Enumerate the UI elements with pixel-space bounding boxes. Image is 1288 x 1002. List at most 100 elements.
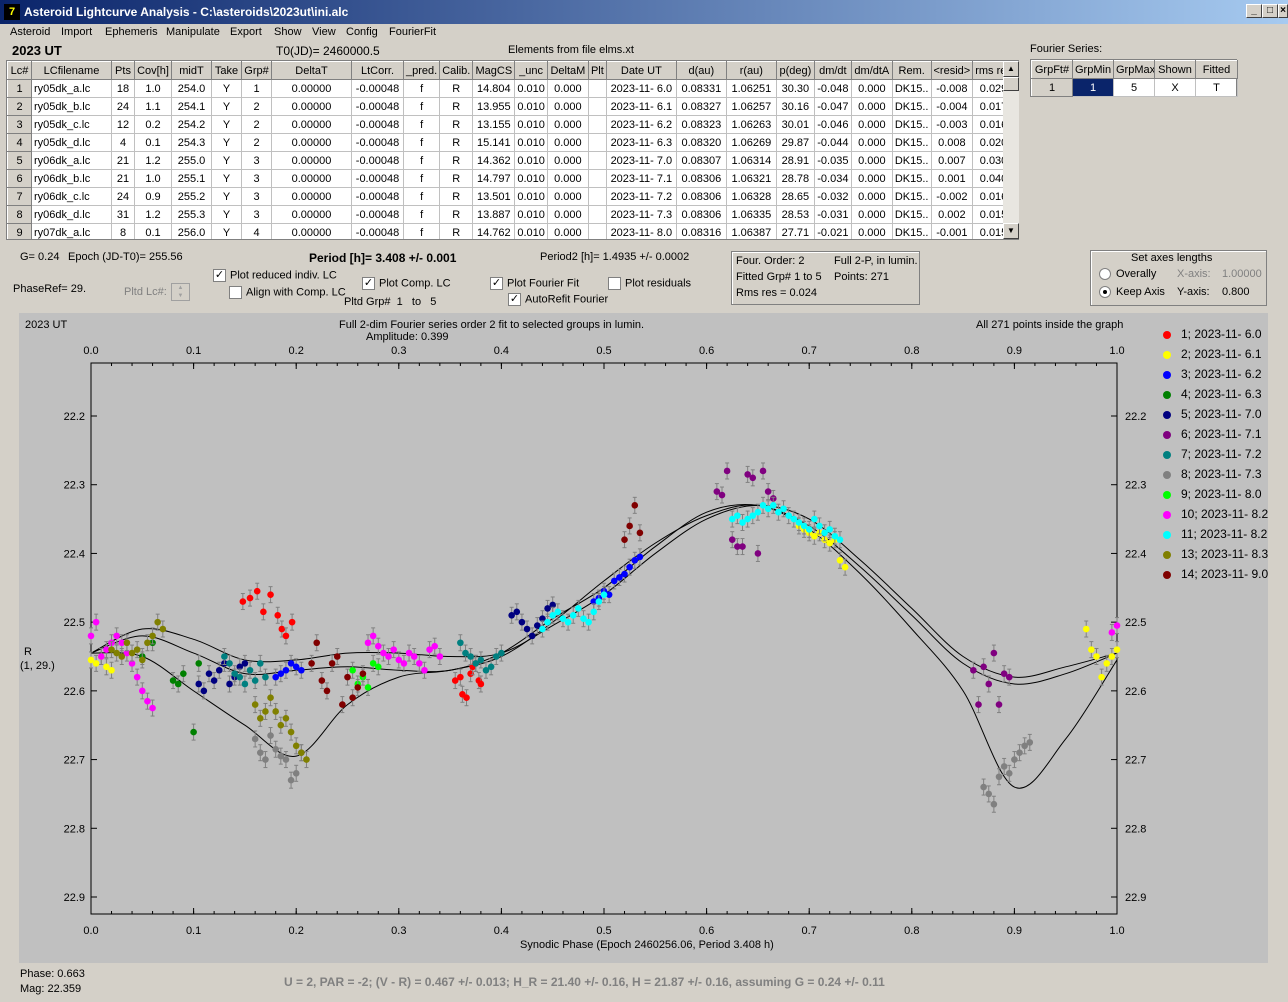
- data-point[interactable]: [154, 618, 161, 626]
- data-point[interactable]: [349, 666, 356, 674]
- data-point[interactable]: [734, 512, 741, 519]
- data-point[interactable]: [457, 673, 464, 681]
- data-point[interactable]: [754, 550, 762, 557]
- data-point[interactable]: [990, 649, 998, 657]
- lightcurve-plot[interactable]: 0.0 0.0 0.1 0.1 0.2 0.2 0.3 0.3 0.4 0.4 0.5 0.5 0.6 0…: [0, 0, 1288, 1002]
- data-point[interactable]: [569, 611, 577, 619]
- data-point[interactable]: [759, 467, 767, 475]
- data-point[interactable]: [328, 660, 336, 667]
- data-point[interactable]: [87, 632, 95, 640]
- data-point[interactable]: [621, 570, 628, 578]
- data-point[interactable]: [190, 728, 197, 736]
- data-point[interactable]: [436, 653, 444, 660]
- data-point[interactable]: [995, 701, 1003, 708]
- data-point[interactable]: [636, 529, 644, 537]
- data-point[interactable]: [995, 773, 1003, 781]
- data-point[interactable]: [272, 708, 279, 715]
- data-point[interactable]: [1000, 763, 1008, 770]
- data-point[interactable]: [990, 800, 998, 808]
- data-point[interactable]: [180, 670, 187, 677]
- data-point[interactable]: [246, 666, 254, 674]
- data-point[interactable]: [144, 639, 151, 647]
- data-point[interactable]: [626, 563, 633, 571]
- data-point[interactable]: [288, 618, 296, 626]
- data-point[interactable]: [323, 687, 331, 695]
- data-point[interactable]: [467, 653, 474, 660]
- data-point[interactable]: [133, 673, 141, 681]
- data-point[interactable]: [256, 660, 264, 667]
- data-point[interactable]: [374, 663, 382, 671]
- data-point[interactable]: [595, 598, 603, 605]
- data-point[interactable]: [139, 687, 146, 695]
- data-point[interactable]: [282, 756, 290, 763]
- data-point[interactable]: [416, 660, 423, 667]
- data-point[interactable]: [1113, 646, 1121, 653]
- data-point[interactable]: [836, 557, 844, 564]
- data-point[interactable]: [113, 632, 120, 640]
- data-point[interactable]: [277, 721, 285, 729]
- data-point[interactable]: [92, 660, 100, 667]
- data-point[interactable]: [364, 684, 372, 691]
- data-point[interactable]: [298, 666, 305, 674]
- data-point[interactable]: [262, 708, 269, 715]
- data-point[interactable]: [267, 591, 274, 598]
- data-point[interactable]: [241, 660, 249, 667]
- data-point[interactable]: [457, 639, 464, 647]
- data-point[interactable]: [749, 474, 757, 482]
- data-point[interactable]: [1016, 749, 1023, 756]
- data-point[interactable]: [369, 632, 377, 640]
- data-point[interactable]: [256, 749, 264, 756]
- data-point[interactable]: [636, 553, 644, 561]
- data-point[interactable]: [723, 467, 731, 475]
- data-point[interactable]: [239, 598, 247, 605]
- data-point[interactable]: [149, 704, 156, 712]
- data-point[interactable]: [539, 625, 546, 633]
- data-point[interactable]: [600, 591, 608, 598]
- data-point[interactable]: [431, 642, 439, 650]
- data-point[interactable]: [811, 515, 818, 523]
- data-point[interactable]: [836, 536, 844, 543]
- data-point[interactable]: [313, 639, 321, 647]
- data-point[interactable]: [374, 642, 382, 650]
- data-point[interactable]: [241, 680, 249, 688]
- data-point[interactable]: [980, 663, 987, 671]
- data-point[interactable]: [298, 749, 305, 756]
- data-point[interactable]: [985, 790, 993, 798]
- data-point[interactable]: [728, 536, 736, 543]
- data-point[interactable]: [1113, 622, 1121, 629]
- data-point[interactable]: [1011, 756, 1018, 763]
- data-point[interactable]: [200, 687, 208, 695]
- data-point[interactable]: [975, 701, 982, 708]
- data-point[interactable]: [487, 663, 495, 671]
- data-point[interactable]: [292, 742, 300, 750]
- data-point[interactable]: [149, 632, 156, 640]
- data-point[interactable]: [339, 701, 346, 708]
- data-point[interactable]: [359, 670, 367, 677]
- data-point[interactable]: [287, 776, 295, 784]
- data-point[interactable]: [133, 646, 141, 653]
- data-point[interactable]: [333, 653, 341, 660]
- data-point[interactable]: [421, 666, 428, 674]
- data-point[interactable]: [144, 697, 151, 705]
- data-point[interactable]: [267, 694, 274, 702]
- data-point[interactable]: [308, 660, 315, 667]
- data-point[interactable]: [139, 656, 146, 664]
- data-point[interactable]: [780, 505, 787, 513]
- data-point[interactable]: [303, 756, 310, 763]
- data-point[interactable]: [410, 653, 418, 660]
- data-point[interactable]: [108, 666, 115, 674]
- data-point[interactable]: [272, 745, 279, 753]
- data-point[interactable]: [754, 508, 762, 516]
- data-point[interactable]: [841, 563, 849, 571]
- data-point[interactable]: [210, 677, 218, 684]
- data-point[interactable]: [564, 618, 572, 626]
- data-point[interactable]: [1005, 770, 1013, 777]
- data-point[interactable]: [92, 618, 100, 626]
- data-point[interactable]: [631, 502, 639, 509]
- data-point[interactable]: [282, 632, 290, 640]
- data-point[interactable]: [1108, 629, 1116, 636]
- data-point[interactable]: [985, 680, 993, 688]
- data-point[interactable]: [174, 680, 182, 688]
- data-point[interactable]: [1093, 653, 1100, 660]
- data-point[interactable]: [385, 653, 392, 660]
